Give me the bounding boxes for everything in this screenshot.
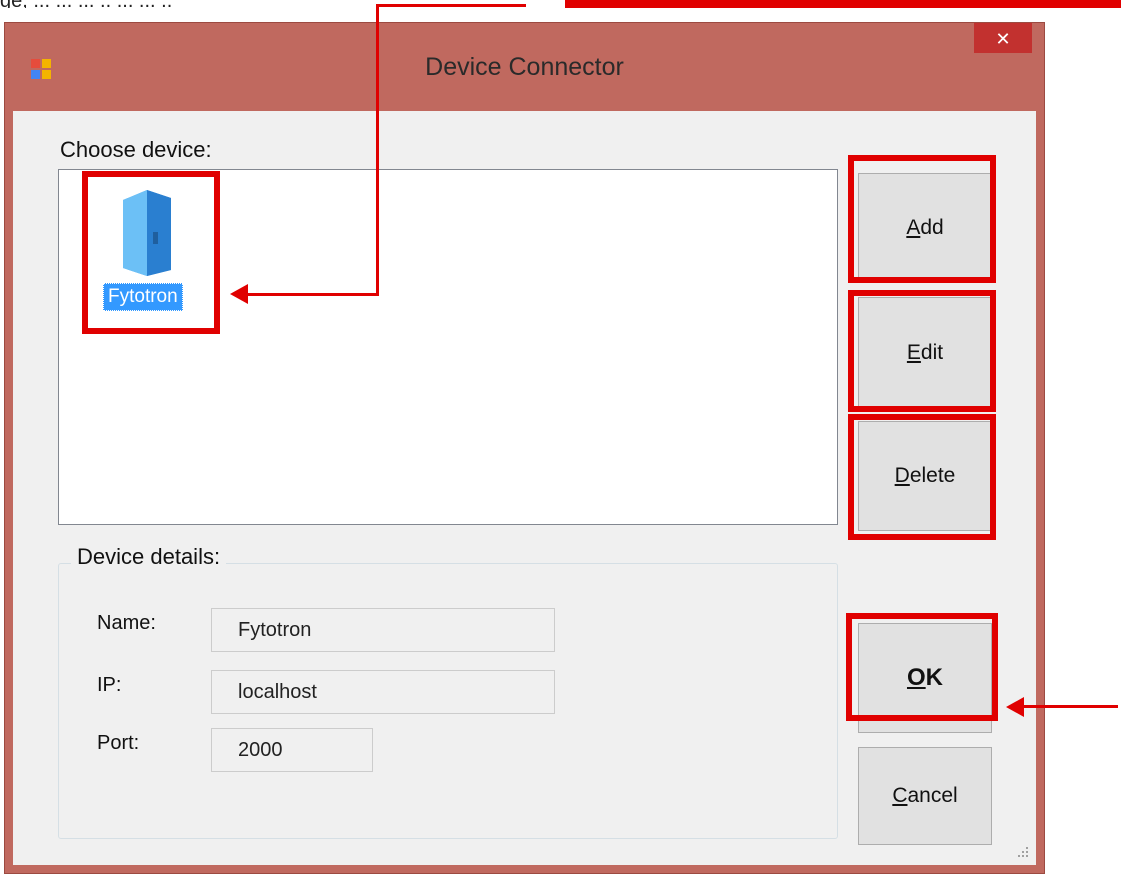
port-label: Port: <box>97 732 140 754</box>
annotation-box-add <box>848 155 996 283</box>
arrow-left-icon <box>1006 697 1024 717</box>
cancel-button[interactable]: Cancel <box>858 747 992 845</box>
device-details-group: Device details: Name: Fytotron IP: local… <box>58 544 838 839</box>
cancel-access-key: C <box>892 784 908 807</box>
arrow-left-icon <box>230 284 248 304</box>
device-details-title: Device details: <box>71 544 227 570</box>
choose-device-label: Choose device: <box>60 137 212 162</box>
ip-field: localhost <box>211 670 555 714</box>
annotation-line <box>1022 705 1118 708</box>
fragment-left: ge, ... ... ... .. ... ... .. <box>0 0 172 8</box>
annotation-box-ok <box>846 613 998 721</box>
annotation-line <box>565 0 1121 8</box>
annotation-box-delete <box>848 414 996 540</box>
port-field: 2000 <box>211 728 373 772</box>
close-button[interactable]: ✕ <box>974 23 1032 53</box>
window-title: Device Connector <box>425 53 624 81</box>
cancel-label-rest: ancel <box>907 784 958 807</box>
close-icon: ✕ <box>995 29 1011 49</box>
ip-label: IP: <box>97 674 122 696</box>
annotation-box-edit <box>848 290 996 412</box>
title-bar[interactable]: Device Connector ✕ <box>5 23 1044 115</box>
name-label: Name: <box>97 612 156 634</box>
name-field: Fytotron <box>211 608 555 652</box>
annotation-box-device <box>82 171 220 334</box>
annotation-line <box>245 293 379 296</box>
annotation-line <box>376 4 526 7</box>
annotation-line <box>376 4 379 296</box>
resize-grip-icon[interactable] <box>1016 845 1030 859</box>
